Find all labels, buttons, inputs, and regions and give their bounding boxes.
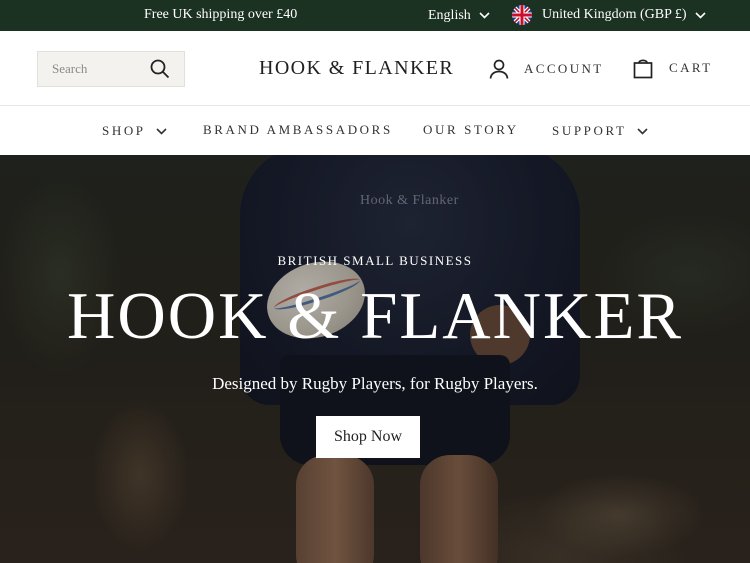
nav-item-support[interactable]: SUPPORT — [552, 122, 648, 139]
site-header: HOOK & FLANKER ACCOUNT CART — [0, 31, 750, 106]
uk-flag-icon — [512, 5, 532, 25]
chevron-down-icon — [694, 8, 706, 24]
main-navigation: SHOP BRAND AMBASSADORS OUR STORY SUPPORT — [0, 107, 750, 155]
account-label: ACCOUNT — [524, 61, 604, 76]
account-link[interactable]: ACCOUNT — [488, 58, 604, 80]
chevron-down-icon — [479, 8, 490, 24]
cart-link[interactable]: CART — [632, 57, 713, 79]
nav-item-brand-ambassadors[interactable]: BRAND AMBASSADORS — [203, 122, 393, 138]
chevron-down-icon — [636, 123, 648, 139]
search-input[interactable] — [38, 61, 143, 77]
hero-tagline: Designed by Rugby Players, for Rugby Pla… — [212, 374, 538, 393]
nav-item-label: BRAND AMBASSADORS — [203, 122, 393, 137]
user-icon — [489, 59, 509, 79]
site-logo[interactable]: HOOK & FLANKER — [259, 57, 454, 80]
nav-item-label: SUPPORT — [552, 122, 627, 138]
search-box[interactable] — [37, 51, 185, 87]
chevron-down-icon — [156, 123, 167, 139]
hero-kicker: BRITISH SMALL BUSINESS — [277, 253, 473, 268]
nav-item-label: SHOP — [102, 122, 146, 138]
nav-item-shop[interactable]: SHOP — [102, 122, 167, 139]
language-label: English — [428, 7, 471, 23]
country-label: United Kingdom (GBP £) — [542, 7, 687, 22]
cart-label: CART — [669, 60, 713, 75]
shipping-message: Free UK shipping over £40 — [144, 7, 298, 22]
announcement-bar: Free UK shipping over £40 English United… — [0, 0, 750, 31]
shop-now-button[interactable]: Shop Now — [316, 416, 420, 458]
bag-icon — [633, 59, 653, 79]
hero-banner: Hook & Flanker BRITISH SMALL BUSINESS HO… — [0, 155, 750, 563]
language-selector[interactable]: English — [428, 7, 490, 24]
hero-title: HOOK & FLANKER — [66, 279, 684, 353]
search-icon[interactable] — [150, 59, 170, 84]
nav-item-our-story[interactable]: OUR STORY — [423, 122, 519, 138]
country-selector[interactable]: United Kingdom (GBP £) — [512, 5, 706, 25]
hero-overlay — [0, 155, 750, 563]
nav-item-label: OUR STORY — [423, 122, 519, 137]
